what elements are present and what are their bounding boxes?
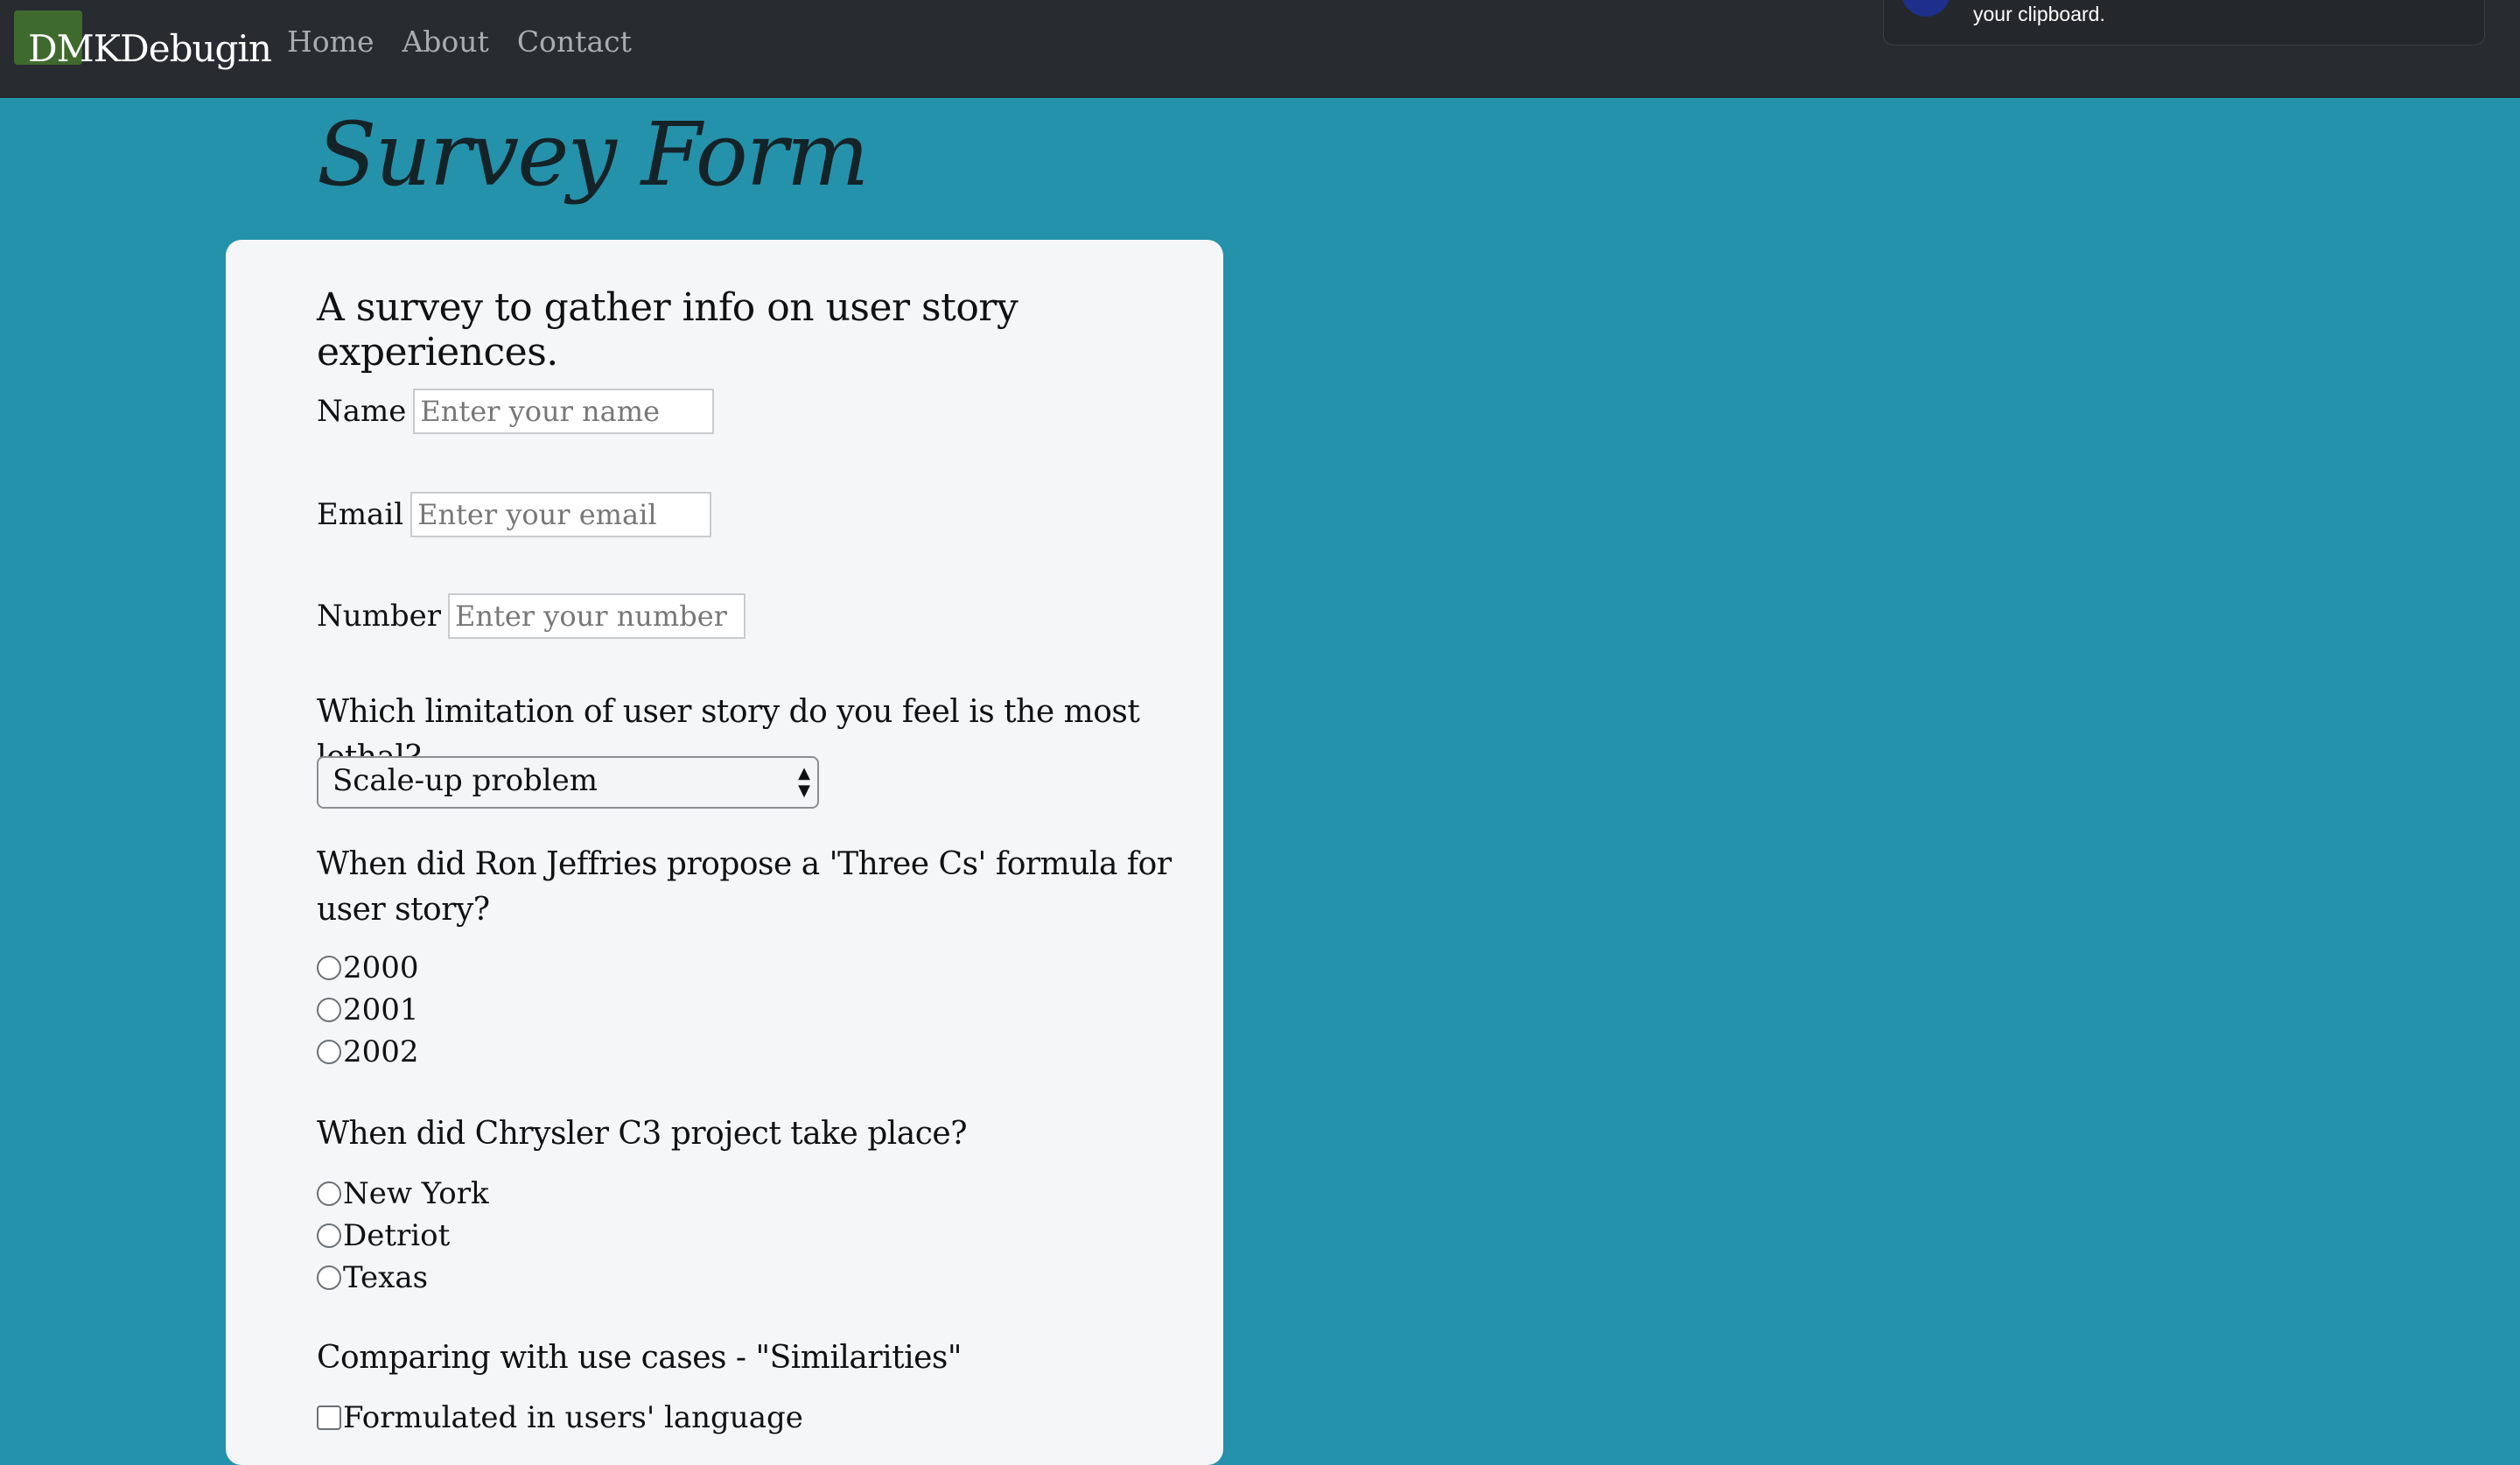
select-arrows-icon: ▲ ▼ bbox=[798, 764, 810, 800]
radio-option[interactable]: Detriot bbox=[317, 1218, 450, 1253]
radio-label: 2000 bbox=[343, 950, 419, 985]
number-field-row: Number bbox=[317, 593, 746, 639]
shield-icon bbox=[1901, 0, 1950, 17]
radio-label: 2001 bbox=[343, 992, 419, 1027]
brand-name: DMKDebugin bbox=[28, 26, 272, 70]
name-input[interactable] bbox=[413, 389, 715, 434]
radio-option[interactable]: 2001 bbox=[317, 992, 419, 1027]
radio-option[interactable]: 2002 bbox=[317, 1034, 419, 1069]
number-label: Number bbox=[317, 599, 442, 634]
radio-option[interactable]: Texas bbox=[317, 1260, 428, 1295]
email-label: Email bbox=[317, 497, 404, 532]
radio-label: Texas bbox=[343, 1260, 429, 1295]
checkbox-label: Formulated in users' language bbox=[343, 1400, 803, 1435]
radio-label: Detriot bbox=[343, 1218, 451, 1253]
nav-link-about[interactable]: About bbox=[402, 25, 488, 59]
radio-button[interactable] bbox=[317, 998, 341, 1022]
brand-link[interactable]: DMKDebugin bbox=[28, 18, 272, 79]
survey-form-card: A survey to gather info on user story ex… bbox=[226, 240, 1223, 1465]
radio-option[interactable]: 2000 bbox=[317, 950, 419, 985]
number-input[interactable] bbox=[448, 593, 746, 639]
radio-button[interactable] bbox=[317, 1265, 341, 1290]
radio-label: New York bbox=[343, 1176, 489, 1211]
nav-links: Home About Contact bbox=[287, 25, 632, 59]
limitation-select[interactable]: Scale-up problem ▲ ▼ bbox=[317, 756, 819, 809]
radio-button[interactable] bbox=[317, 956, 341, 980]
email-input[interactable] bbox=[410, 492, 712, 537]
select-value: Scale-up problem bbox=[332, 763, 598, 798]
email-field-row: Email bbox=[317, 492, 712, 537]
clipboard-notification: your clipboard. bbox=[1883, 0, 2485, 46]
radio-label: 2002 bbox=[343, 1034, 419, 1069]
notification-text: your clipboard. bbox=[1973, 3, 2105, 25]
name-field-row: Name bbox=[317, 389, 715, 434]
name-label: Name bbox=[317, 394, 407, 429]
radio-button[interactable] bbox=[317, 1181, 341, 1206]
page-title: Survey Form bbox=[317, 103, 869, 206]
radio-button[interactable] bbox=[317, 1223, 341, 1248]
nav-link-home[interactable]: Home bbox=[287, 25, 374, 59]
nav-link-contact[interactable]: Contact bbox=[517, 25, 632, 59]
radio-option[interactable]: New York bbox=[317, 1176, 489, 1211]
question-three-cs: When did Ron Jeffries propose a 'Three C… bbox=[317, 846, 1172, 928]
top-navbar: DMKDebugin Home About Contact your clipb… bbox=[0, 0, 2520, 98]
checkbox-option[interactable]: Formulated in users' language bbox=[317, 1400, 803, 1435]
question-chrysler-c3: When did Chrysler C3 project take place? bbox=[317, 1116, 968, 1152]
form-description: A survey to gather info on user story ex… bbox=[317, 285, 1018, 375]
radio-button[interactable] bbox=[317, 1040, 341, 1064]
checkbox[interactable] bbox=[317, 1405, 341, 1430]
question-similarities: Comparing with use cases - "Similarities… bbox=[317, 1340, 962, 1376]
